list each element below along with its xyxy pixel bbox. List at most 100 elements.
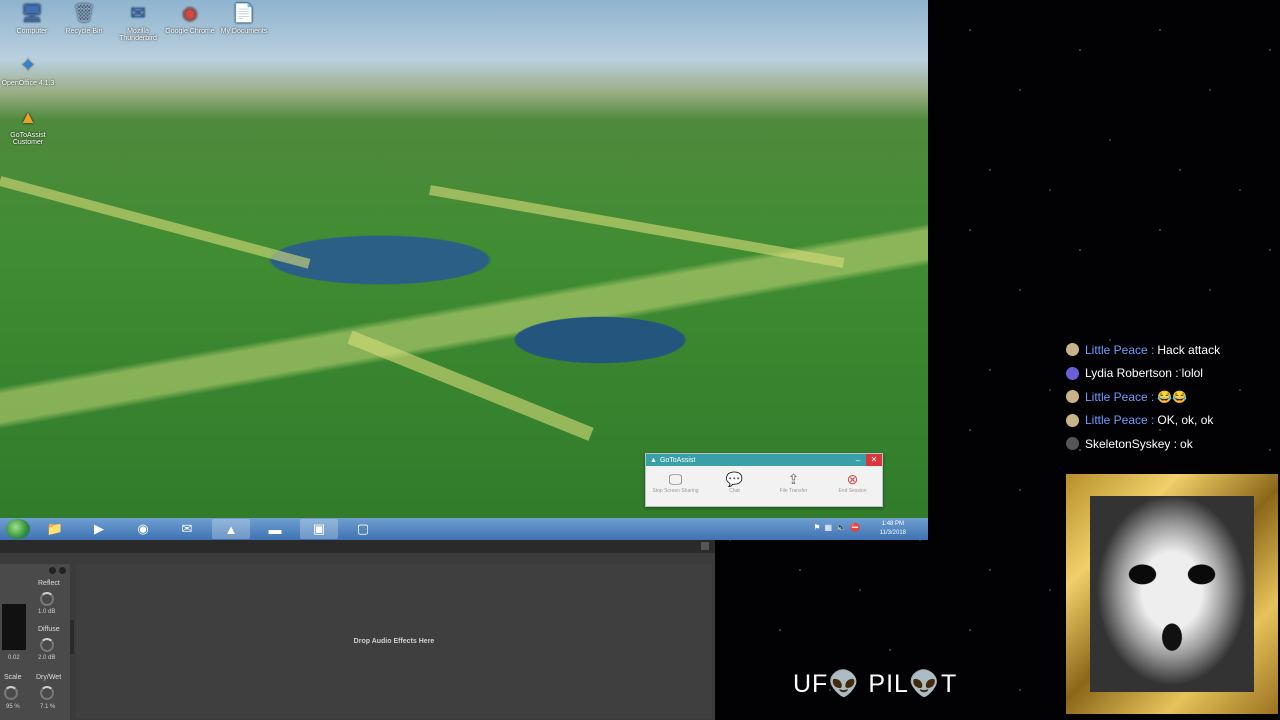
field-stripe: [429, 185, 845, 268]
start-button[interactable]: [6, 519, 30, 539]
chat-username: Lydia Robertson :: [1085, 366, 1179, 381]
taskbar: 📁 ▶ ◉ ✉ ▲ ▬ ▣ ▢ ⚑ ▦ 🔈 ⛔ 1:48 PM 11/3/2018: [0, 518, 928, 540]
desktop-icon[interactable]: 🖥 Computer: [4, 0, 60, 36]
gotoassist-widget[interactable]: ▲ GoToAssist – ✕ 🖵 Stop Screen Sharing 💬 Ch…: [645, 453, 883, 507]
reverb-device: Reflect 1.0 dB Diffuse 2.0 dB 0.02 Scale…: [0, 564, 70, 720]
desktop-icon-label: Recycle Bin: [65, 28, 103, 35]
file-transfer-button[interactable]: ⇪ File Transfer: [766, 470, 822, 494]
scale-label: Scale: [4, 674, 22, 681]
audio-effects-drop-zone[interactable]: Drop Audio Effects Here: [76, 564, 712, 718]
remote-desktop-view[interactable]: 🖥 Computer 🗑 Recycle Bin ✉ Mozilla Thunderbir…: [0, 0, 928, 540]
taskbar-clock[interactable]: 1:48 PM 11/3/2018: [880, 520, 906, 538]
field-stripe: [347, 330, 594, 441]
taskbar-item-media-player[interactable]: ▶: [80, 519, 118, 539]
stop-screen-sharing-button[interactable]: 🖵 Stop Screen Sharing: [648, 470, 704, 494]
desktop-icon[interactable]: 🗑 Recycle Bin: [56, 0, 112, 36]
reflect-knob[interactable]: [40, 592, 54, 606]
terminal-icon: ▬: [268, 521, 282, 537]
thunderbird-icon: ✉: [181, 521, 193, 536]
google-chrome-icon: ◉: [182, 2, 198, 23]
desktop-icon[interactable]: ▲ GoToAssist Customer: [0, 104, 56, 147]
system-tray: ⚑ ▦ 🔈 ⛔: [813, 523, 860, 532]
chat-text: OK, ok, ok: [1157, 413, 1214, 428]
device-menu-icon[interactable]: [59, 567, 66, 574]
chat-message: SkeletonSyskey : ok: [1066, 432, 1280, 456]
chat-text: lolol: [1181, 366, 1203, 381]
chat-avatar-icon: [1066, 343, 1079, 357]
volume-icon[interactable]: 🔈: [836, 523, 846, 532]
taskbar-item-terminal[interactable]: ▬: [256, 519, 294, 539]
alert-icon[interactable]: ⛔: [850, 523, 860, 532]
recycle-bin-icon: 🗑: [72, 2, 96, 23]
network-icon[interactable]: ▦: [825, 523, 833, 532]
clock-date: 11/3/2018: [879, 530, 906, 536]
ufo-pilot-logo: UF👽 PIL👽T: [793, 670, 958, 698]
window-icon: ▢: [356, 521, 370, 536]
scale-knob[interactable]: [4, 686, 18, 700]
panel-titlebar: [0, 540, 715, 553]
diffuse-knob[interactable]: [40, 638, 54, 652]
chat-username: SkeletonSyskey :: [1085, 436, 1178, 451]
chat-text: 😂😂: [1157, 389, 1188, 404]
remote-desktop-icon: ▣: [312, 521, 326, 536]
desktop-icon-label: Google Chrome: [165, 28, 215, 35]
close-button[interactable]: ✕: [866, 454, 882, 466]
drywet-label: Dry/Wet: [36, 674, 62, 681]
taskbar-item-thunderbird[interactable]: ✉: [168, 519, 206, 539]
level-meter: [2, 604, 26, 650]
gotoassist-customer-icon: ▲: [19, 106, 37, 127]
chat-text: Hack attack: [1157, 342, 1221, 357]
audio-effects-panel: Reflect 1.0 dB Diffuse 2.0 dB 0.02 Scale…: [0, 540, 715, 720]
desktop-icon-label: OpenOffice 4.1.3: [1, 80, 55, 87]
desktop-icon[interactable]: ✉ Mozilla Thunderbird: [110, 0, 166, 43]
taskbar-item-chrome[interactable]: ◉: [124, 519, 162, 539]
computer-icon: 🖥: [20, 2, 44, 23]
tool-label: End Session: [838, 488, 867, 494]
stop-screen-sharing-icon: 🖵: [668, 471, 683, 487]
reflect-value: 1.0 dB: [38, 609, 56, 615]
taskbar-item-explorer[interactable]: 📁: [36, 519, 74, 539]
diffuse-value: 2.0 dB: [38, 655, 56, 661]
taskbar-item-gotoassist[interactable]: ▲: [212, 519, 250, 539]
taskbar-item-remote-desktop[interactable]: ▣: [300, 519, 338, 539]
device-power-icon[interactable]: [49, 567, 56, 574]
gotoassist-titlebar[interactable]: ▲ GoToAssist – ✕: [646, 454, 882, 466]
flag-icon[interactable]: ⚑: [813, 523, 820, 532]
tool-label: File Transfer: [779, 488, 808, 494]
chat-avatar-icon: [1066, 413, 1079, 427]
explorer-icon: 📁: [46, 521, 64, 536]
diffuse-label: Diffuse: [38, 626, 60, 633]
desktop-icon[interactable]: ✦ OpenOffice 4.1.3: [0, 52, 56, 88]
portrait-frame: [1066, 474, 1278, 714]
drop-zone-text: Drop Audio Effects Here: [353, 637, 435, 645]
chat-message: Little Peace : 😂😂: [1066, 385, 1280, 409]
gotoassist-logo-icon: ▲: [650, 456, 657, 464]
chat-overlay: Little Peace : Hack attack Lydia Robertson…: [1066, 338, 1280, 456]
chat-message: Little Peace : OK, ok, ok: [1066, 409, 1280, 433]
chat-username: Little Peace :: [1085, 389, 1155, 404]
chat-button[interactable]: 💬 Chat: [707, 470, 763, 494]
meter-value: 0.02: [8, 655, 20, 661]
end-session-icon: ⊗: [846, 471, 859, 487]
skull-mask-portrait: [1090, 496, 1254, 692]
desktop-icon-label: My Documents: [220, 28, 268, 35]
desktop-icon[interactable]: 📄 My Documents: [216, 0, 272, 36]
resize-handle[interactable]: [701, 542, 709, 550]
scale-value: 95 %: [6, 704, 20, 710]
chat-avatar-icon: [1066, 437, 1079, 451]
panel-scrollbar[interactable]: [70, 620, 74, 654]
desktop-icon-label: Mozilla Thunderbird: [119, 28, 157, 42]
openoffice-4-1-3-icon: ✦: [20, 54, 36, 75]
end-session-button[interactable]: ⊗ End Session: [825, 470, 881, 494]
minimize-button[interactable]: –: [850, 456, 866, 465]
chat-avatar-icon: [1066, 366, 1079, 380]
drywet-knob[interactable]: [40, 686, 54, 700]
clock-time: 1:48 PM: [881, 521, 905, 527]
desktop-icon[interactable]: ◉ Google Chrome: [162, 0, 218, 36]
tool-label: Chat: [729, 488, 740, 494]
tool-label: Stop Screen Sharing: [652, 488, 699, 494]
desktop-icon-label: Computer: [16, 28, 48, 35]
taskbar-item-window[interactable]: ▢: [344, 519, 382, 539]
gotoassist-icon: ▲: [224, 521, 238, 537]
chat-message: Little Peace : Hack attack: [1066, 338, 1280, 362]
